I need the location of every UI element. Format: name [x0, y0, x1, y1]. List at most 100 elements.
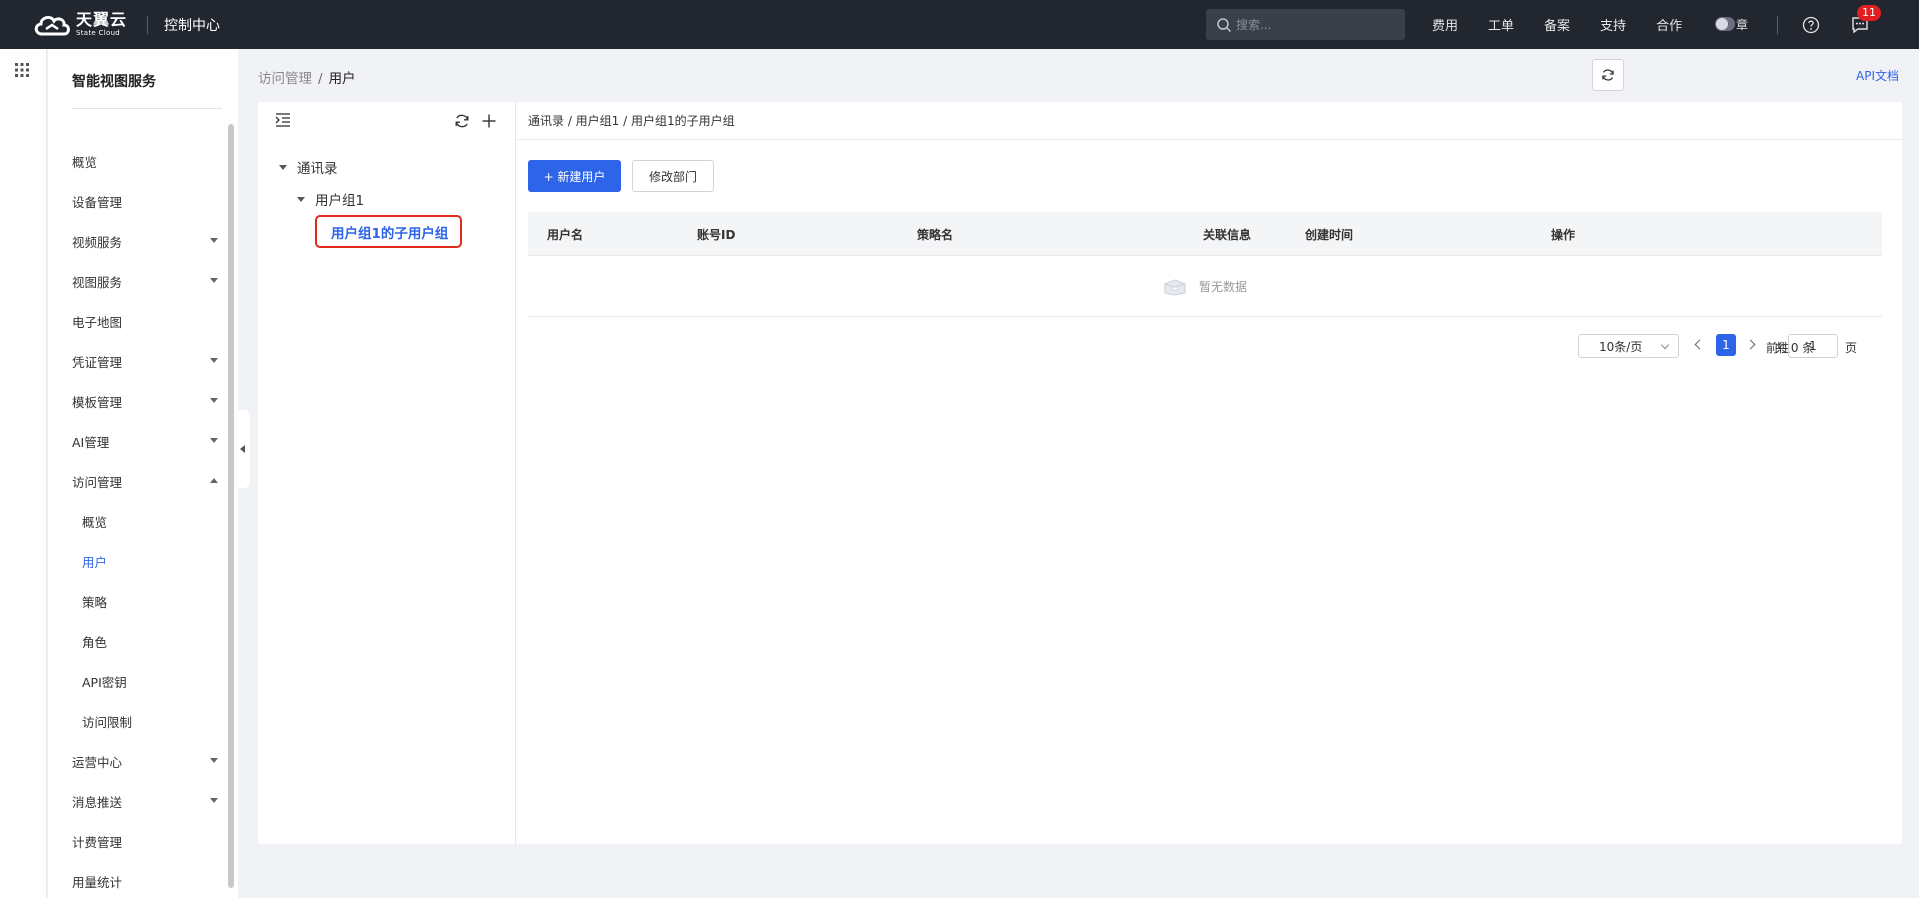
sidebar-divider	[72, 108, 222, 109]
sidebar-item-view[interactable]: 视图服务	[72, 261, 222, 301]
sidebar-item-operations[interactable]: 运营中心	[72, 741, 222, 781]
sidebar-item-label: 凭证管理	[72, 354, 123, 370]
nav-tickets[interactable]: 工单	[1488, 15, 1514, 34]
sidebar-item-label: 角色	[82, 634, 108, 650]
breadcrumb-parent[interactable]: 访问管理	[258, 71, 312, 87]
nav-fees[interactable]: 费用	[1432, 15, 1458, 34]
sidebar-item-label: 访问管理	[72, 474, 123, 490]
page-size-select[interactable]: 10条/页	[1578, 334, 1679, 358]
nav-support[interactable]: 支持	[1600, 15, 1626, 34]
chevron-down-icon	[210, 238, 218, 243]
edit-department-button[interactable]: 修改部门	[632, 160, 714, 192]
sidebar-item-label: 消息推送	[72, 794, 123, 810]
sidebar-item-roles[interactable]: 角色	[82, 621, 222, 661]
refresh-icon[interactable]	[454, 113, 470, 129]
sidebar-item-access[interactable]: 访问管理	[72, 461, 222, 501]
toggle-label: 章	[1736, 18, 1749, 32]
sidebar-item-label: 设备管理	[72, 194, 123, 210]
chevron-down-icon	[210, 278, 218, 283]
top-separator	[1777, 16, 1778, 34]
column-header-actions: 操作	[1551, 228, 1576, 242]
top-divider	[147, 15, 149, 34]
sidebar-title: 智能视图服务	[72, 74, 156, 90]
search-icon	[1217, 17, 1232, 32]
sidebar-item-label: 概览	[72, 154, 98, 170]
user-content-pane: 通讯录 / 用户组1 / 用户组1的子用户组 + 新建用户 修改部门 用户名 账…	[517, 102, 1902, 844]
sidebar-item-templates[interactable]: 模板管理	[72, 381, 222, 421]
chevron-down-icon	[210, 758, 218, 763]
refresh-icon	[1602, 69, 1614, 81]
tree-node-label: 通讯录	[297, 161, 338, 177]
sidebar-item-label: 计费管理	[72, 834, 123, 850]
tree-node-label: 用户组1	[315, 193, 365, 209]
plus-icon[interactable]	[481, 113, 497, 129]
sidebar-item-map[interactable]: 电子地图	[72, 301, 222, 341]
logo-cn-text: 天翼云	[76, 10, 128, 29]
page-number-current[interactable]: 1	[1716, 334, 1736, 356]
sidebar-item-label: 策略	[82, 594, 108, 610]
chevron-down-icon	[210, 398, 218, 403]
sidebar-item-usage[interactable]: 用量统计	[72, 861, 222, 898]
main-card: 通讯录 用户组1 用户组1的子用户组 通讯录 / 用户组1 / 用户组1的子用户…	[258, 102, 1902, 844]
sidebar-item-push[interactable]: 消息推送	[72, 781, 222, 821]
brand-logo[interactable]: 天翼云 State Cloud	[32, 12, 127, 38]
caret-down-icon	[279, 164, 287, 170]
sidebar-item-access-limits[interactable]: 访问限制	[82, 701, 222, 741]
sidebar-item-label: 访问限制	[82, 714, 133, 730]
product-rail	[0, 49, 47, 898]
sidebar-item-users[interactable]: 用户	[82, 541, 222, 581]
help-icon[interactable]	[1802, 16, 1820, 34]
chevron-up-icon	[210, 478, 218, 483]
sidebar-scrollbar[interactable]	[228, 124, 234, 888]
nav-partner[interactable]: 合作	[1656, 15, 1682, 34]
sidebar-item-credentials[interactable]: 凭证管理	[72, 341, 222, 381]
message-badge: 11	[1857, 5, 1881, 21]
sidebar-item-ai[interactable]: AI管理	[72, 421, 222, 461]
column-header-relation: 关联信息	[1203, 228, 1252, 242]
table-header: 用户名 账号ID 策略名 关联信息 创建时间 操作	[528, 212, 1882, 256]
nav-filing[interactable]: 备案	[1544, 15, 1570, 34]
column-header-username: 用户名	[547, 228, 584, 242]
prev-page-icon[interactable]	[1694, 339, 1705, 350]
sidebar-item-label: 视频服务	[72, 234, 123, 250]
sidebar-item-billing[interactable]: 计费管理	[72, 821, 222, 861]
console-title[interactable]: 控制中心	[164, 15, 220, 35]
next-page-icon[interactable]	[1745, 339, 1756, 350]
column-header-account-id: 账号ID	[697, 228, 736, 242]
sidebar-item-overview[interactable]: 概览	[72, 141, 222, 181]
sidebar-item-label: 概览	[82, 514, 108, 530]
sidebar-item-label: API密钥	[82, 674, 127, 690]
sidebar-item-policies[interactable]: 策略	[82, 581, 222, 621]
goto-label: 前往	[1766, 340, 1791, 355]
table-refresh-button[interactable]	[1592, 59, 1624, 91]
tree-node-label: 用户组1的子用户组	[331, 225, 449, 242]
chevron-down-icon	[210, 438, 218, 443]
tree-node-group[interactable]: 用户组1	[297, 189, 364, 209]
org-tree-pane: 通讯录 用户组1 用户组1的子用户组	[258, 102, 516, 844]
sidebar-item-access-overview[interactable]: 概览	[82, 501, 222, 541]
indent-icon[interactable]	[275, 112, 291, 128]
sidebar-item-api-keys[interactable]: API密钥	[82, 661, 222, 701]
top-nav: 费用 工单 备案 支持 合作	[1432, 0, 1712, 49]
global-search-input[interactable]: 搜索...	[1206, 9, 1405, 40]
tree-node-selected[interactable]: 用户组1的子用户组	[315, 215, 462, 248]
breadcrumb: 访问管理 / 用户	[258, 67, 356, 87]
chevron-down-icon	[210, 358, 218, 363]
page-unit: 页	[1845, 340, 1858, 355]
api-doc-link[interactable]: API文档	[1856, 67, 1899, 84]
goto-page-input[interactable]: 1	[1788, 334, 1838, 358]
sidebar-item-label: 用量统计	[72, 874, 123, 890]
theme-toggle[interactable]	[1715, 17, 1735, 31]
new-user-button[interactable]: + 新建用户	[528, 160, 621, 192]
sidebar-collapse-toggle[interactable]	[238, 410, 250, 488]
empty-box-icon	[1164, 278, 1186, 296]
sidebar-item-label: 用户	[82, 554, 108, 570]
breadcrumb-current: 用户	[328, 71, 356, 87]
column-header-created: 创建时间	[1305, 228, 1354, 242]
sidebar-item-devices[interactable]: 设备管理	[72, 181, 222, 221]
tree-node-root[interactable]: 通讯录	[279, 157, 338, 177]
cloud-logo-icon	[32, 12, 72, 38]
sidebar-item-video[interactable]: 视频服务	[72, 221, 222, 261]
search-placeholder: 搜索...	[1236, 18, 1272, 32]
apps-grid-icon[interactable]	[15, 63, 29, 77]
